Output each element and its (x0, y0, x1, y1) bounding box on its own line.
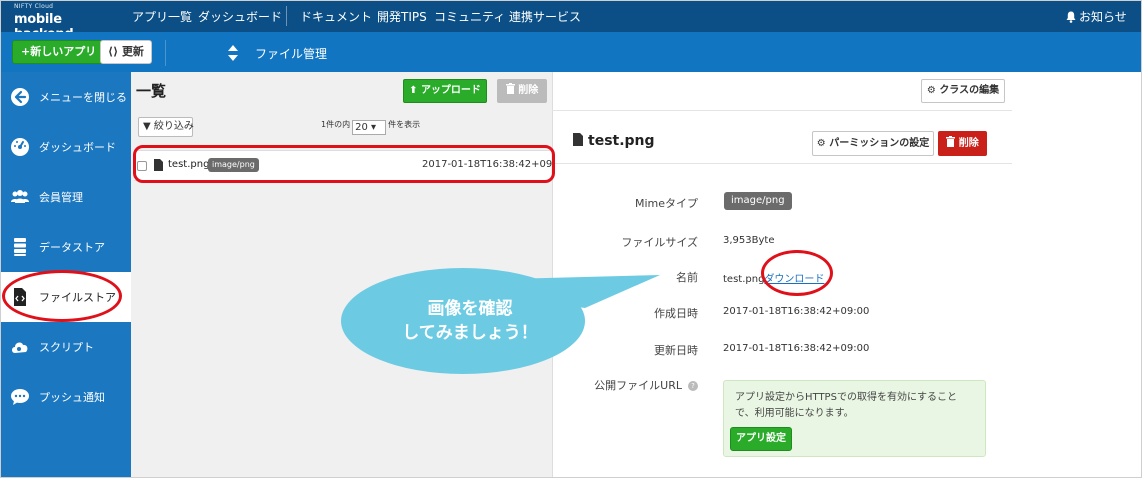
trash-icon (505, 83, 515, 94)
nav-integrations[interactable]: 連携サービス (509, 8, 581, 25)
created-value: 2017-01-18T16:38:42+09:00 (723, 306, 870, 317)
sidebar-item-label: データストア (39, 241, 105, 254)
filter-label: 絞り込み (153, 121, 194, 132)
file-size-label: ファイルサイズ (621, 236, 698, 249)
bell-icon (1066, 11, 1076, 23)
cloud-gear-icon (12, 342, 28, 353)
page-title: ファイル管理 (255, 47, 328, 61)
sidebar-item-label: ダッシュボード (39, 141, 116, 154)
page-size-control: 1件の内 20 ▾ 件を表示 (321, 119, 420, 135)
detail-file-name: test.png (588, 133, 655, 149)
nav-app-list[interactable]: アプリ一覧 (132, 8, 192, 25)
page-size-suffix: 件を表示 (388, 120, 421, 129)
upload-button[interactable]: ⬆ アップロード (403, 79, 487, 103)
sort-arrows-icon[interactable] (226, 44, 240, 62)
page-size-select[interactable]: 20 ▾ (352, 120, 387, 135)
mime-type-badge: image/png (724, 192, 792, 210)
delete-selected-button[interactable]: 削除 (497, 79, 547, 103)
refresh-icon: ⟨⟩ (108, 45, 122, 58)
logo-subtitle: NIFTY Cloud (14, 3, 54, 10)
upload-label: アップロード (420, 85, 481, 96)
nav-dev-tips[interactable]: 開発TIPS (377, 8, 427, 25)
database-icon (14, 238, 26, 256)
toolbar-divider (165, 40, 166, 66)
sidebar-item-push[interactable]: プッシュ通知 (0, 372, 131, 422)
detail-divider (552, 110, 1012, 111)
page-size-prefix: 1件の内 (321, 120, 351, 129)
public-url-label-text: 公開ファイルURL (594, 379, 682, 392)
chat-bubble-icon (11, 389, 29, 405)
top-navbar: NIFTY Cloud mobile backend アプリ一覧 ダッシュボード… (0, 0, 1142, 42)
permission-settings-button[interactable]: ⚙ パーミッションの設定 (812, 131, 934, 156)
updated-label: 更新日時 (654, 344, 698, 357)
delete-label: 削除 (518, 85, 539, 96)
brand-logo[interactable]: NIFTY Cloud mobile backend (14, 3, 114, 42)
gear-icon: ⚙ (926, 85, 936, 96)
users-icon (11, 190, 29, 203)
notifications-label: お知らせ (1079, 10, 1127, 24)
sidebar-item-dashboard[interactable]: ダッシュボード (0, 122, 131, 172)
right-margin (1012, 72, 1142, 478)
arrow-up-icon: ⬆ (409, 85, 418, 96)
detail-title: test.png (573, 133, 655, 149)
detail-divider (552, 163, 1012, 164)
nav-divider (286, 6, 287, 26)
dashboard-icon (11, 138, 29, 156)
sidebar-item-label: 会員管理 (39, 191, 83, 204)
help-icon[interactable]: ? (688, 381, 698, 391)
page-size-value: 20 (355, 122, 368, 133)
funnel-icon: ▼ (143, 121, 151, 132)
sidebar-item-close-menu[interactable]: メニューを閉じる (0, 72, 131, 122)
delete-file-button[interactable]: 削除 (938, 131, 987, 156)
gear-icon: ⚙ (816, 138, 826, 149)
sidebar-item-users[interactable]: 会員管理 (0, 172, 131, 222)
highlight-filestore-ring (2, 270, 122, 322)
app-toolbar: +新しいアプリ ⟨⟩ 更新 ファイル管理 (0, 32, 1142, 72)
refresh-label: 更新 (121, 45, 144, 58)
sidebar-item-label: メニューを閉じる (39, 91, 127, 104)
sidebar-item-script[interactable]: スクリプト (0, 322, 131, 372)
sidebar-item-label: プッシュ通知 (39, 391, 105, 404)
callout-line-1: 画像を確認 (427, 299, 513, 319)
notifications-link[interactable]: お知らせ (1066, 8, 1127, 25)
filter-button[interactable]: ▼ 絞り込み (138, 117, 194, 137)
highlight-download-ring (761, 250, 833, 296)
nav-community[interactable]: コミュニティ (434, 8, 505, 25)
nav-documents[interactable]: ドキュメント (300, 8, 372, 25)
sidebar-item-datastore[interactable]: データストア (0, 222, 131, 272)
detail-name-text: test.png (723, 274, 765, 285)
trash-icon (946, 136, 956, 147)
list-title: 一覧 (136, 82, 167, 100)
created-label: 作成日時 (654, 307, 698, 320)
callout-line-2: してみましょう！ (402, 323, 538, 343)
callout-text: 画像を確認 してみましょう！ (370, 297, 570, 345)
edit-class-button[interactable]: ⚙ クラスの編集 (921, 79, 1005, 103)
file-name-label: 名前 (676, 271, 698, 284)
delete-label: 削除 (958, 138, 979, 149)
mime-type-label: Mimeタイプ (634, 197, 698, 210)
edit-class-label: クラスの編集 (939, 85, 1000, 96)
refresh-button[interactable]: ⟨⟩ 更新 (100, 40, 152, 64)
arrow-left-circle-icon (11, 88, 29, 106)
highlight-file-row (133, 145, 555, 183)
updated-value: 2017-01-18T16:38:42+09:00 (723, 343, 870, 354)
sidebar-item-label: スクリプト (39, 341, 94, 354)
public-url-notice: アプリ設定からHTTPSでの取得を有効にすることで、利用可能になります。 アプリ… (723, 380, 986, 457)
public-url-label: 公開ファイルURL? (558, 377, 698, 393)
file-icon (573, 133, 583, 146)
app-settings-button[interactable]: アプリ設定 (730, 427, 792, 451)
nav-dashboard[interactable]: ダッシュボード (198, 8, 282, 25)
file-size-value: 3,953Byte (723, 235, 775, 246)
new-app-button[interactable]: +新しいアプリ (12, 40, 106, 64)
permission-label: パーミッションの設定 (829, 138, 930, 149)
public-url-notice-text: アプリ設定からHTTPSでの取得を有効にすることで、利用可能になります。 (735, 392, 958, 419)
